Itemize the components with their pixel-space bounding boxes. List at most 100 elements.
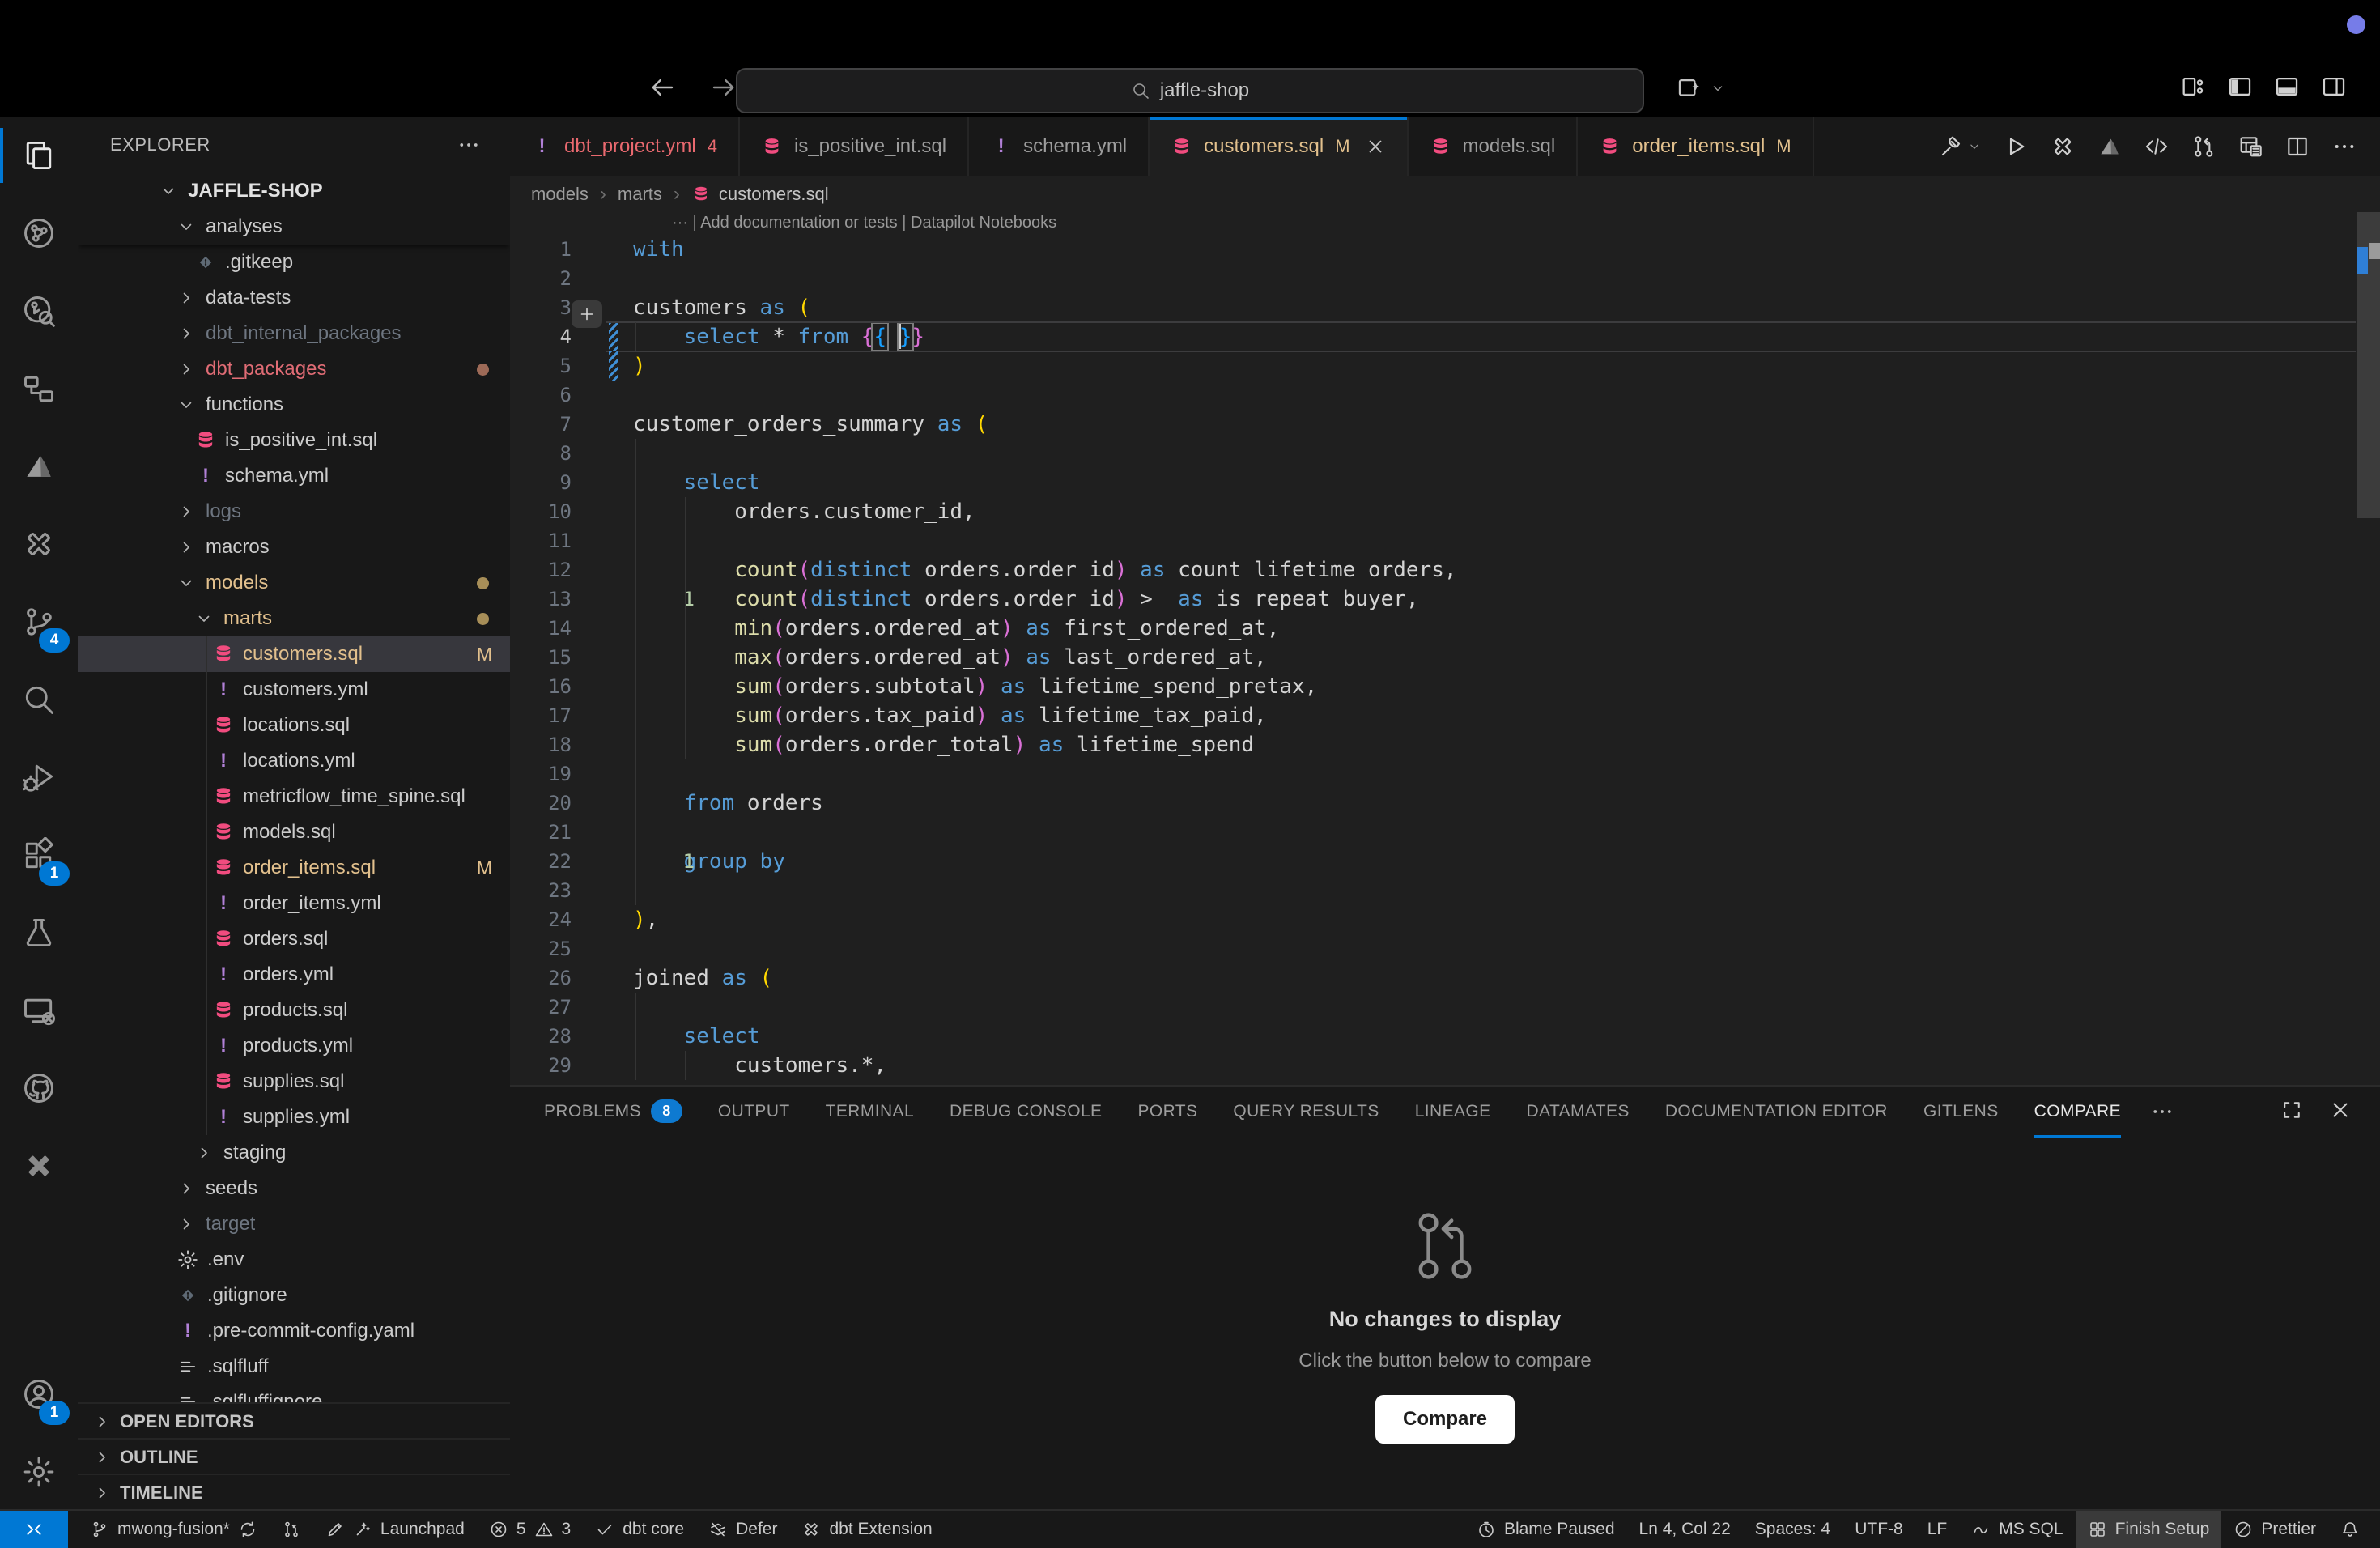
activity-item-dbt-x-solid[interactable]	[0, 1127, 78, 1205]
tab-schema-yml[interactable]: !schema.yml	[969, 117, 1150, 176]
action-more-actions[interactable]	[2331, 134, 2357, 159]
activity-item-accounts[interactable]: 1	[0, 1355, 78, 1433]
activity-item-github[interactable]	[0, 1049, 78, 1127]
tree-item-data-tests[interactable]: data-tests	[78, 280, 510, 316]
tree-item-logs[interactable]: logs	[78, 494, 510, 529]
tree-item--sqlfluff[interactable]: .sqlfluff	[78, 1349, 510, 1384]
tree-item--gitkeep[interactable]: .gitkeep	[78, 245, 510, 280]
sidebar-section-timeline[interactable]: TIMELINE	[78, 1474, 510, 1511]
tab-dbt-project-yml[interactable]: !dbt_project.yml4	[510, 117, 740, 176]
activity-item-flowchart-view[interactable]	[0, 350, 78, 427]
code-line-18[interactable]: 18 sum(orders.order_total) as lifetime_s…	[510, 730, 2380, 759]
tree-item-is-positive-int-sql[interactable]: is_positive_int.sql	[78, 423, 510, 458]
remote-indicator[interactable]	[0, 1511, 68, 1548]
activity-item-search[interactable]	[0, 661, 78, 738]
tab-models-sql[interactable]: models.sql	[1409, 117, 1579, 176]
panel-tab-debug-console[interactable]: DEBUG CONSOLE	[950, 1087, 1102, 1138]
sidebar-section-open-editors[interactable]: OPEN EDITORS	[78, 1402, 510, 1440]
tree-item-staging[interactable]: staging	[78, 1135, 510, 1171]
code-line-29[interactable]: 29 customers.*,	[510, 1051, 2380, 1080]
customize-layout-button[interactable]	[2179, 73, 2207, 100]
status-language-mode[interactable]: MS SQL	[1959, 1511, 2075, 1548]
code-line-4[interactable]: 4 select * from {{ }}	[510, 322, 2380, 351]
tree-item-products-sql[interactable]: products.sql	[78, 993, 510, 1028]
panel-tab-documentation-editor[interactable]: DOCUMENTATION EDITOR	[1665, 1087, 1888, 1138]
panel-tab-gitlens[interactable]: GITLENS	[1923, 1087, 1999, 1138]
panel-tab-lineage[interactable]: LINEAGE	[1415, 1087, 1491, 1138]
action-run-query[interactable]	[2003, 134, 2029, 159]
action-split-editor[interactable]	[2284, 134, 2310, 159]
tab-is-positive-int-sql[interactable]: is_positive_int.sql	[740, 117, 969, 176]
tree-item-functions[interactable]: functions	[78, 387, 510, 423]
panel-tab-terminal[interactable]: TERMINAL	[826, 1087, 914, 1138]
code-line-16[interactable]: 16 sum(orders.subtotal) as lifetime_spen…	[510, 672, 2380, 701]
status-cursor-position[interactable]: Ln 4, Col 22	[1627, 1511, 1743, 1548]
tree-item-models-sql[interactable]: models.sql	[78, 814, 510, 850]
status-notifications[interactable]	[2328, 1511, 2372, 1548]
code-line-27[interactable]: 27	[510, 993, 2380, 1022]
compare-button[interactable]: Compare	[1375, 1395, 1515, 1444]
panel-tab-problems[interactable]: PROBLEMS8	[544, 1087, 682, 1138]
back-icon[interactable]	[648, 73, 677, 102]
tree-item-metricflow-time-spine-sql[interactable]: metricflow_time_spine.sql	[78, 779, 510, 814]
code-line-21[interactable]: 21	[510, 818, 2380, 847]
status-dbt-extension[interactable]: dbt Extension	[789, 1511, 944, 1548]
forward-icon[interactable]	[709, 73, 738, 102]
status-compare-changes[interactable]	[270, 1511, 313, 1548]
activity-item-lineage-graph[interactable]	[0, 194, 78, 272]
code-line-11[interactable]: 11	[510, 526, 2380, 555]
activity-item-source-control[interactable]: 4	[0, 583, 78, 661]
code-line-22[interactable]: 22 group by 1	[510, 847, 2380, 876]
code-line-20[interactable]: 20 from orders	[510, 789, 2380, 818]
copilot-window-button[interactable]	[1676, 74, 1726, 102]
code-line-1[interactable]: 1with	[510, 235, 2380, 264]
command-center-search[interactable]: jaffle-shop	[736, 68, 1644, 113]
status-problems-summary[interactable]: 53	[477, 1511, 583, 1548]
tree-item-order-items-yml[interactable]: !order_items.yml	[78, 886, 510, 921]
activity-item-remote-explorer[interactable]	[0, 972, 78, 1049]
status-encoding[interactable]: UTF-8	[1842, 1511, 1915, 1548]
panel-tab-compare[interactable]: COMPARE	[2034, 1087, 2121, 1138]
code-line-3[interactable]: 3customers as (	[510, 293, 2380, 322]
tab-customers-sql[interactable]: customers.sqlM	[1150, 117, 1408, 176]
activity-item-graph-search[interactable]	[0, 272, 78, 350]
tree-item-order-items-sql[interactable]: order_items.sqlM	[78, 850, 510, 886]
action-query-results-table[interactable]	[2238, 134, 2263, 159]
code-line-6[interactable]: 6	[510, 381, 2380, 410]
tab-order-items-sql[interactable]: order_items.sqlM	[1578, 117, 1813, 176]
code-line-25[interactable]: 25	[510, 934, 2380, 963]
activity-item-explorer[interactable]	[0, 117, 78, 194]
panel-tab-datamates[interactable]: DATAMATES	[1527, 1087, 1630, 1138]
panel-tab-query-results[interactable]: QUERY RESULTS	[1233, 1087, 1379, 1138]
code-line-5[interactable]: 5)	[510, 351, 2380, 381]
sidebar-section-outline[interactable]: OUTLINE	[78, 1438, 510, 1475]
action-datapilot-action[interactable]	[2097, 134, 2123, 159]
code-line-17[interactable]: 17 sum(orders.tax_paid) as lifetime_tax_…	[510, 701, 2380, 730]
tree-item-supplies-yml[interactable]: !supplies.yml	[78, 1099, 510, 1135]
toggle-primary-sidebar-button[interactable]	[2226, 73, 2254, 100]
status-eol[interactable]: LF	[1915, 1511, 1960, 1548]
tree-item-dbt-packages[interactable]: dbt_packages	[78, 351, 510, 387]
tree-item-locations-sql[interactable]: locations.sql	[78, 708, 510, 743]
action-dbt-power-user-action[interactable]	[2050, 134, 2076, 159]
codelens-link[interactable]: ···	[672, 214, 688, 232]
tree-item-models[interactable]: models	[78, 565, 510, 601]
code-line-15[interactable]: 15 max(orders.ordered_at) as last_ordere…	[510, 643, 2380, 672]
activity-item-extensions[interactable]: 1	[0, 816, 78, 894]
code-editor[interactable]: ··· | Add documentation or tests | Datap…	[510, 212, 2380, 1085]
code-line-26[interactable]: 26joined as (	[510, 963, 2380, 993]
code-line-23[interactable]: 23	[510, 876, 2380, 905]
panel-tab-ports[interactable]: PORTS	[1137, 1087, 1197, 1138]
activity-item-dbt-power-user[interactable]	[0, 505, 78, 583]
code-line-14[interactable]: 14 min(orders.ordered_at) as first_order…	[510, 614, 2380, 643]
breadcrumb-item[interactable]: marts	[618, 184, 662, 205]
maximize-panel-icon[interactable]	[2280, 1098, 2304, 1122]
breadcrumb-file[interactable]: customers.sql	[691, 184, 829, 205]
tree-item-schema-yml[interactable]: !schema.yml	[78, 458, 510, 494]
action-build-tool-dropdown[interactable]	[1938, 134, 1982, 159]
close-tab-icon[interactable]	[1365, 136, 1386, 157]
status-prettier[interactable]: Prettier	[2221, 1511, 2328, 1548]
tree-item-marts[interactable]: marts	[78, 601, 510, 636]
activity-item-settings[interactable]	[0, 1433, 78, 1511]
tree-item-analyses[interactable]: analyses	[78, 209, 510, 245]
